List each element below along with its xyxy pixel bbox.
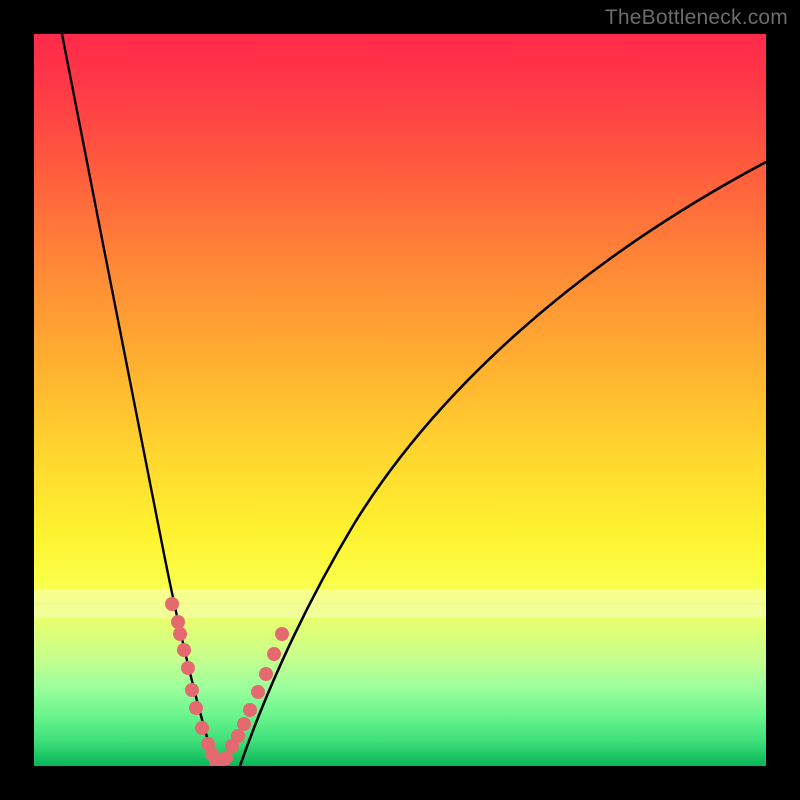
watermark-text: TheBottleneck.com (605, 6, 788, 30)
right-curve (240, 162, 766, 766)
scatter-dots (165, 597, 289, 766)
curve-overlay (34, 34, 766, 766)
left-curve (62, 34, 216, 766)
plot-frame (34, 34, 766, 766)
